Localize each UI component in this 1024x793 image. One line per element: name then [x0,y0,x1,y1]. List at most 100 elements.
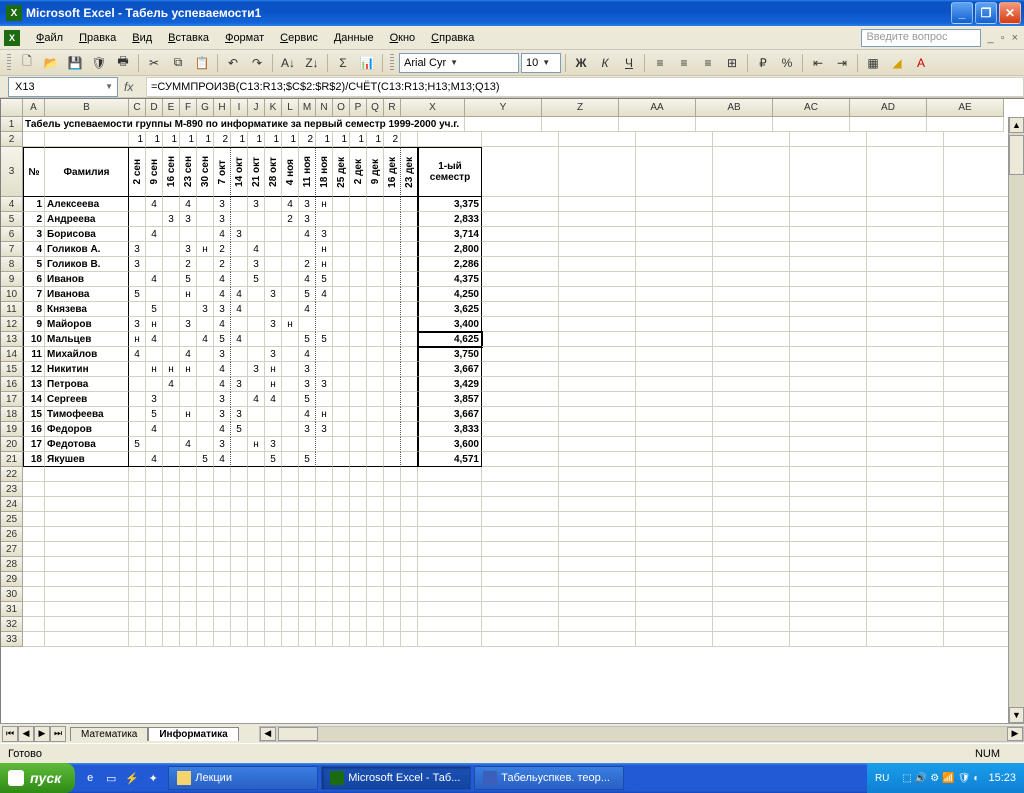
cell[interactable]: н [129,332,146,347]
cell[interactable] [316,602,333,617]
column-header[interactable]: AE [927,99,1004,117]
cell[interactable] [350,287,367,302]
cell[interactable] [248,452,265,467]
cell[interactable]: 7 [23,287,45,302]
date-header[interactable]: 2 сен [129,147,146,197]
cell[interactable] [350,332,367,347]
cell[interactable]: 4 [146,272,163,287]
cell[interactable] [790,302,867,317]
cell[interactable] [401,572,418,587]
cell[interactable] [636,602,713,617]
cell[interactable] [713,422,790,437]
cell[interactable] [163,452,180,467]
cell[interactable] [197,227,214,242]
cell[interactable] [401,392,418,407]
row-header[interactable]: 17 [1,392,23,407]
cell[interactable]: Федотова [45,437,129,452]
cell[interactable] [418,497,482,512]
cell[interactable] [482,512,559,527]
cell[interactable] [482,362,559,377]
cell[interactable] [197,392,214,407]
cell[interactable] [299,242,316,257]
cell[interactable] [867,147,944,197]
cell[interactable] [636,587,713,602]
cell[interactable] [401,587,418,602]
cell[interactable] [867,407,944,422]
cell[interactable]: 5 [146,407,163,422]
cell[interactable] [163,302,180,317]
cell[interactable]: 5 [180,272,197,287]
cell[interactable] [129,587,146,602]
tab-nav-next-icon[interactable]: ▶ [34,726,50,742]
cell[interactable] [384,302,401,317]
cell[interactable] [146,572,163,587]
merge-icon[interactable]: ⊞ [721,52,743,74]
cell[interactable] [350,482,367,497]
cell[interactable] [367,587,384,602]
cell[interactable]: 4 [231,332,248,347]
cell[interactable] [146,482,163,497]
cell[interactable] [23,497,45,512]
cell[interactable] [231,632,248,647]
cell[interactable] [418,527,482,542]
cell[interactable]: 1 [282,132,299,147]
cell[interactable] [333,617,350,632]
cell[interactable] [129,452,146,467]
vertical-scrollbar[interactable]: ▲ ▼ [1008,117,1024,723]
minimize-button[interactable]: _ [951,2,973,24]
cell[interactable]: 4 [180,437,197,452]
cell[interactable]: 4 [265,392,282,407]
cell[interactable] [231,362,248,377]
cell[interactable]: Иванова [45,287,129,302]
cell[interactable]: 1 [146,132,163,147]
column-header[interactable]: Z [542,99,619,117]
cell[interactable] [367,572,384,587]
cell[interactable] [384,527,401,542]
cell[interactable]: 4 [146,332,163,347]
sort-asc-icon[interactable]: A↓ [277,52,299,74]
cell[interactable] [214,512,231,527]
cell[interactable] [163,587,180,602]
cell[interactable] [559,632,636,647]
cell[interactable] [214,527,231,542]
cell[interactable] [384,497,401,512]
taskbar-button[interactable]: Microsoft Excel - Таб... [321,766,471,790]
cell[interactable] [163,617,180,632]
undo-icon[interactable]: ↶ [222,52,244,74]
date-header[interactable]: 21 окт [248,147,265,197]
cell[interactable] [367,302,384,317]
cell[interactable] [367,317,384,332]
cell[interactable]: 8 [23,302,45,317]
cell[interactable] [146,347,163,362]
cell[interactable]: 4,625 [418,332,482,347]
cell[interactable] [146,437,163,452]
cell[interactable]: н [316,242,333,257]
menu-файл[interactable]: Файл [28,30,71,46]
column-header[interactable]: G [197,99,214,117]
cell[interactable] [197,317,214,332]
cell[interactable]: 10 [23,332,45,347]
cell[interactable]: 4 [299,407,316,422]
cell[interactable] [214,602,231,617]
cell[interactable]: 1 [333,132,350,147]
cell[interactable] [790,422,867,437]
cell[interactable] [636,512,713,527]
cell[interactable] [316,542,333,557]
cell[interactable]: 4 [214,272,231,287]
cell[interactable] [713,227,790,242]
column-header[interactable]: AD [850,99,927,117]
cell[interactable] [23,617,45,632]
cell[interactable] [146,377,163,392]
scroll-down-icon[interactable]: ▼ [1009,707,1024,723]
cell[interactable] [713,132,790,147]
cell[interactable] [248,587,265,602]
cell[interactable] [282,272,299,287]
cell[interactable] [713,257,790,272]
cell[interactable] [401,242,418,257]
cell[interactable] [299,632,316,647]
cell[interactable] [401,132,418,147]
cell[interactable] [282,482,299,497]
cell[interactable] [384,212,401,227]
cell[interactable] [482,437,559,452]
cell[interactable] [401,557,418,572]
